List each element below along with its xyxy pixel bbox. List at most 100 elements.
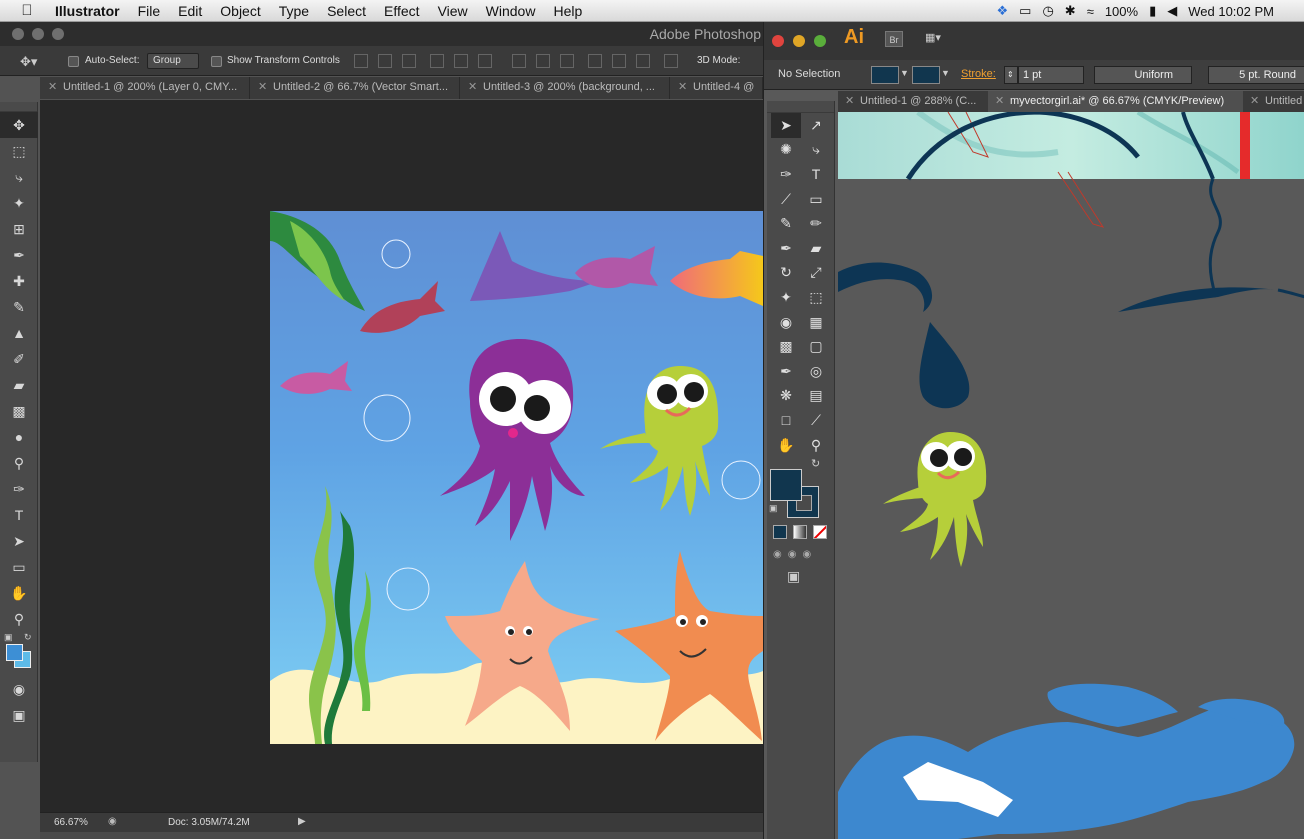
close-icon[interactable]: ✕ (468, 80, 477, 93)
zoom-level[interactable]: 66.67% (54, 817, 88, 828)
lasso-tool-icon[interactable]: ⤷ (0, 164, 38, 190)
rectangle-tool-icon[interactable]: ▭ (801, 187, 831, 212)
zoom-tool-icon[interactable]: ⚲ (801, 433, 831, 458)
clock[interactable]: Wed 10:02 PM (1188, 4, 1274, 19)
eyedropper-tool-icon[interactable]: ✒ (771, 359, 801, 384)
magic-wand-tool-icon[interactable]: ✺ (771, 138, 801, 163)
fill-swatch[interactable] (871, 66, 899, 84)
distribute-right-icon[interactable] (636, 54, 650, 68)
blur-tool-icon[interactable]: ● (0, 424, 38, 450)
pencil-tool-icon[interactable]: ✏ (801, 211, 831, 236)
status-icon[interactable]: ◉ (108, 816, 117, 827)
shape-builder-tool-icon[interactable]: ◉ (771, 310, 801, 335)
bridge-button[interactable]: Br (885, 31, 903, 47)
ps-tab-untitled-1[interactable]: ✕ Untitled-1 @ 200% (Layer 0, CMY... (40, 77, 250, 99)
align-left-icon[interactable] (430, 54, 444, 68)
move-tool-icon[interactable]: ✥ (0, 112, 38, 138)
pen-tool-icon[interactable]: ✑ (771, 162, 801, 187)
hand-tool-icon[interactable]: ✋ (771, 433, 801, 458)
menu-window[interactable]: Window (477, 3, 545, 19)
volume-icon[interactable]: ◀ (1167, 3, 1177, 19)
swap-colors-icon[interactable]: ↻ (24, 632, 32, 643)
lasso-tool-icon[interactable]: ⤷ (801, 138, 831, 163)
bluetooth-icon[interactable]: ✱ (1065, 3, 1076, 19)
draw-behind-icon[interactable]: ◉ (788, 549, 797, 560)
close-icon[interactable]: ✕ (845, 94, 854, 107)
crop-tool-icon[interactable]: ⊞ (0, 216, 38, 242)
align-right-icon[interactable] (478, 54, 492, 68)
mesh-tool-icon[interactable]: ▩ (771, 334, 801, 359)
marquee-tool-icon[interactable]: ⬚ (0, 138, 38, 164)
blob-brush-tool-icon[interactable]: ✒ (771, 236, 801, 261)
auto-select-dropdown[interactable]: Group (147, 53, 199, 69)
type-tool-icon[interactable]: T (801, 162, 831, 187)
distribute-vcenter-icon[interactable] (536, 54, 550, 68)
move-tool-preset-icon[interactable]: ✥▾ (20, 54, 37, 70)
pen-tool-icon[interactable]: ✑ (0, 476, 38, 502)
apple-icon[interactable]:  (18, 2, 36, 19)
ps-tab-untitled-4[interactable]: ✕ Untitled-4 @ (670, 77, 763, 99)
slice-tool-icon[interactable]: ⟋ (801, 408, 831, 433)
line-tool-icon[interactable]: ⟋ (771, 187, 801, 212)
direct-selection-tool-icon[interactable]: ↗ (801, 113, 831, 138)
foreground-color[interactable] (6, 644, 23, 661)
stroke-swatch[interactable] (912, 66, 940, 84)
menu-type[interactable]: Type (270, 3, 318, 19)
distribute-top-icon[interactable] (512, 54, 526, 68)
ai-minimize-button[interactable] (793, 35, 805, 47)
close-icon[interactable]: ✕ (995, 94, 1004, 107)
gradient-mode-icon[interactable] (793, 525, 807, 540)
battery-icon[interactable]: ▮ (1149, 3, 1156, 19)
panel-grip[interactable] (767, 101, 834, 113)
ps-canvas-area[interactable] (40, 100, 763, 813)
close-icon[interactable]: ✕ (1250, 94, 1259, 107)
column-graph-tool-icon[interactable]: ▤ (801, 384, 831, 409)
align-vcenter-icon[interactable] (378, 54, 392, 68)
gradient-tool-icon[interactable]: ▩ (0, 398, 38, 424)
path-select-tool-icon[interactable]: ➤ (0, 528, 38, 554)
display-icon[interactable]: ▭ (1019, 3, 1031, 19)
eraser-tool-icon[interactable]: ▰ (0, 372, 38, 398)
quick-select-tool-icon[interactable]: ✦ (0, 190, 38, 216)
menu-view[interactable]: View (429, 3, 477, 19)
transform-controls-checkbox[interactable] (211, 56, 222, 67)
menu-effect[interactable]: Effect (375, 3, 429, 19)
menu-app-illustrator[interactable]: Illustrator (46, 3, 129, 19)
dodge-tool-icon[interactable]: ⚲ (0, 450, 38, 476)
artboard-tool-icon[interactable]: □ (771, 408, 801, 433)
width-tool-icon[interactable]: ✦ (771, 285, 801, 310)
distribute-bottom-icon[interactable] (560, 54, 574, 68)
draw-inside-icon[interactable]: ◉ (802, 549, 811, 560)
ps-tab-untitled-2[interactable]: ✕ Untitled-2 @ 66.7% (Vector Smart... (250, 77, 460, 99)
history-brush-tool-icon[interactable]: ✐ (0, 346, 38, 372)
menu-object[interactable]: Object (211, 3, 269, 19)
shape-tool-icon[interactable]: ▭ (0, 554, 38, 580)
ai-close-button[interactable] (772, 35, 784, 47)
auto-select-checkbox[interactable] (68, 56, 79, 67)
perspective-grid-tool-icon[interactable]: ▦ (801, 310, 831, 335)
ps-zoom-button[interactable] (52, 28, 64, 40)
free-transform-tool-icon[interactable]: ⬚ (801, 285, 831, 310)
chevron-down-icon[interactable]: ▼ (941, 68, 950, 78)
stroke-profile-dropdown[interactable]: Uniform (1094, 66, 1192, 84)
quick-mask-icon[interactable]: ◉ (0, 676, 38, 702)
selection-tool-icon[interactable]: ➤ (771, 113, 801, 138)
blend-tool-icon[interactable]: ◎ (801, 359, 831, 384)
distribute-left-icon[interactable] (588, 54, 602, 68)
close-icon[interactable]: ✕ (48, 80, 57, 93)
healing-brush-tool-icon[interactable]: ✚ (0, 268, 38, 294)
default-colors-icon[interactable]: ▣ (4, 632, 13, 643)
ai-tab-myvectorgirl[interactable]: ✕ myvectorgirl.ai* @ 66.67% (CMYK/Preview… (988, 91, 1243, 112)
symbol-sprayer-tool-icon[interactable]: ❋ (771, 384, 801, 409)
menu-file[interactable]: File (129, 3, 170, 19)
menu-edit[interactable]: Edit (169, 3, 211, 19)
type-tool-icon[interactable]: T (0, 502, 38, 528)
ps-close-button[interactable] (12, 28, 24, 40)
default-fill-stroke-icon[interactable]: ▣ (769, 503, 778, 514)
fill-color[interactable] (770, 469, 802, 502)
hand-tool-icon[interactable]: ✋ (0, 580, 38, 606)
arrange-documents-icon[interactable]: ▦▾ (925, 31, 951, 47)
zoom-tool-icon[interactable]: ⚲ (0, 606, 38, 632)
ps-tab-untitled-3[interactable]: ✕ Untitled-3 @ 200% (background, ... (460, 77, 670, 99)
close-icon[interactable]: ✕ (678, 80, 687, 93)
